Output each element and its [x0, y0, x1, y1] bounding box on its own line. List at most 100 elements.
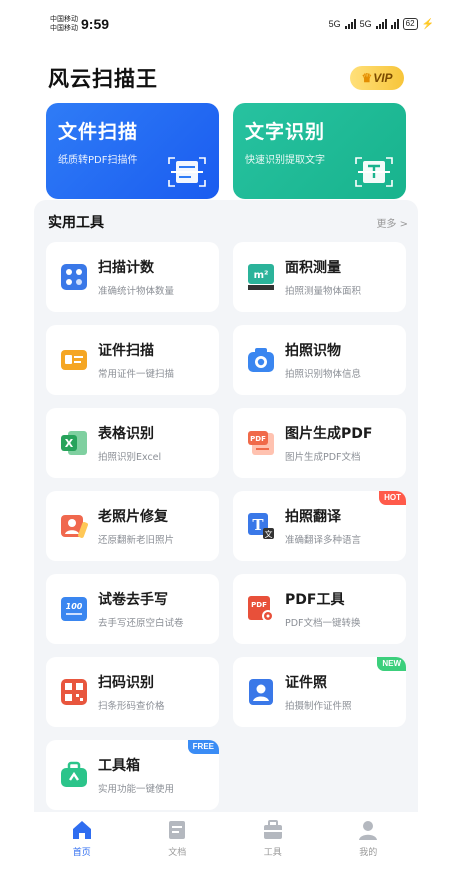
tab-label: 首页 — [72, 848, 91, 858]
tool-desc: 扫条形码查价格 — [98, 701, 165, 712]
tab-label: 工具 — [263, 848, 282, 858]
tool-image-to-pdf[interactable]: PDF 图片生成PDF 图片生成PDF文档 — [233, 408, 406, 478]
svg-text:100: 100 — [66, 602, 83, 611]
qr-scan-icon — [61, 679, 87, 705]
charging-icon: ⚡ — [421, 18, 434, 30]
tool-name: 证件照 — [285, 675, 327, 691]
tab-label: 文档 — [168, 848, 187, 858]
bottom-tab-bar: 首页 文档 工具 我的 — [0, 812, 450, 882]
tools-section-header: 实用工具 更多 > — [48, 210, 408, 234]
tool-desc: 常用证件一键扫描 — [98, 369, 175, 380]
pdf-tool-icon: PDF — [248, 596, 274, 622]
toolbox-tab-icon — [263, 820, 282, 839]
tool-name: 试卷去手写 — [98, 592, 168, 608]
document-icon — [169, 821, 186, 839]
tool-scan-count[interactable]: 扫描计数 准确统计物体数量 — [46, 242, 219, 312]
tab-label: 我的 — [359, 848, 378, 858]
app-title: 风云扫描王 — [48, 67, 158, 91]
tool-desc: PDF文档一键转换 — [285, 618, 361, 629]
tab-home[interactable]: 首页 — [34, 812, 130, 882]
signal-1-icon — [344, 19, 356, 29]
signal-2-label: 5G — [359, 19, 372, 29]
tool-desc: 拍照识别物体信息 — [285, 369, 362, 380]
carrier-2: 中国移动 — [50, 24, 78, 32]
carrier-labels: 中国移动 中国移动 — [50, 15, 78, 33]
status-left: 中国移动 中国移动 9:59 — [50, 15, 109, 33]
tool-photo-restore[interactable]: 老照片修复 还原翻新老旧照片 — [46, 491, 219, 561]
svg-text:X: X — [65, 437, 74, 450]
svg-text:m²: m² — [254, 270, 269, 281]
tool-name: PDF工具 — [285, 592, 345, 608]
camera-icon — [248, 348, 274, 372]
hero-card-title: 文字识别 — [245, 121, 326, 143]
tool-name: 拍照识物 — [285, 343, 341, 359]
translate-icon: T 文 — [248, 513, 274, 539]
svg-text:PDF: PDF — [251, 601, 267, 609]
tool-barcode-scan[interactable]: 扫码识别 扫条形码查价格 — [46, 657, 219, 727]
free-badge: FREE — [187, 740, 219, 754]
tool-name: 图片生成PDF — [285, 426, 373, 442]
tool-desc: 拍照识别Excel — [98, 452, 162, 463]
hero-cards: 文件扫描 纸质转PDF扫描件 文字识别 快速识别提取文字 — [46, 103, 406, 199]
svg-text:PDF: PDF — [250, 435, 266, 443]
svg-text:T: T — [252, 516, 264, 534]
svg-text:文: 文 — [265, 529, 273, 539]
crown-icon: ♛ — [361, 71, 373, 85]
tool-desc: 还原翻新老旧照片 — [98, 535, 175, 546]
tool-id-scan[interactable]: 证件扫描 常用证件一键扫描 — [46, 325, 219, 395]
tool-name: 工具箱 — [98, 758, 140, 774]
signal-1-label: 5G — [328, 19, 341, 29]
excel-icon: X — [61, 431, 87, 455]
wifi-icon — [390, 19, 399, 29]
text-recognition-icon — [355, 157, 393, 187]
section-title: 实用工具 — [48, 215, 104, 231]
tool-desc: 拍照测量物体面积 — [285, 286, 362, 297]
tool-desc: 准确翻译多种语言 — [285, 535, 362, 546]
tool-desc: 去手写还原空白试卷 — [98, 618, 184, 629]
hot-badge: HOT — [379, 491, 406, 505]
tool-desc: 准确统计物体数量 — [98, 286, 175, 297]
status-bar: 中国移动 中国移动 9:59 5G 5G 62 ⚡ — [0, 0, 450, 48]
tab-profile[interactable]: 我的 — [321, 812, 417, 882]
tool-id-photo[interactable]: 证件照 拍摄制作证件照 NEW — [233, 657, 406, 727]
more-link[interactable]: 更多 > — [376, 215, 408, 230]
battery-indicator: 62 — [402, 18, 418, 30]
status-time: 9:59 — [81, 16, 110, 32]
tool-name: 表格识别 — [98, 426, 154, 442]
toolbox-icon — [61, 761, 87, 787]
tool-desc: 拍摄制作证件照 — [285, 701, 352, 712]
image-pdf-icon: PDF — [248, 431, 274, 455]
tool-name: 证件扫描 — [98, 343, 154, 359]
tool-name: 面积测量 — [285, 260, 341, 276]
exam-paper-icon: 100 — [61, 597, 87, 621]
tool-name: 老照片修复 — [98, 509, 168, 525]
carrier-1: 中国移动 — [50, 15, 78, 23]
hero-card-title: 文件扫描 — [58, 121, 139, 143]
tab-tools[interactable]: 工具 — [225, 812, 321, 882]
tool-photo-translate[interactable]: T 文 拍照翻译 准确翻译多种语言 HOT — [233, 491, 406, 561]
document-scan-icon — [168, 157, 206, 187]
profile-icon — [359, 821, 378, 840]
app-header: 风云扫描王 ♛ VIP — [0, 56, 450, 100]
tool-table-recognition[interactable]: X 表格识别 拍照识别Excel — [46, 408, 219, 478]
tool-pdf-tools[interactable]: PDF PDF工具 PDF文档一键转换 — [233, 574, 406, 644]
counter-icon — [61, 264, 87, 290]
tool-name: 拍照翻译 — [285, 509, 341, 525]
home-icon — [72, 821, 91, 839]
new-badge: NEW — [377, 657, 406, 671]
tool-name: 扫描计数 — [98, 260, 154, 276]
tool-name: 扫码识别 — [98, 675, 154, 691]
area-measure-icon: m² — [248, 264, 274, 290]
text-recognition-card[interactable]: 文字识别 快速识别提取文字 — [233, 103, 406, 199]
tool-area-measure[interactable]: m² 面积测量 拍照测量物体面积 — [233, 242, 406, 312]
file-scan-card[interactable]: 文件扫描 纸质转PDF扫描件 — [46, 103, 219, 199]
tab-documents[interactable]: 文档 — [130, 812, 226, 882]
vip-label: VIP — [373, 71, 393, 85]
status-right: 5G 5G 62 ⚡ — [329, 18, 434, 30]
tool-object-recognition[interactable]: 拍照识物 拍照识别物体信息 — [233, 325, 406, 395]
tool-toolbox[interactable]: 工具箱 实用功能一键使用 FREE — [46, 740, 219, 810]
vip-button[interactable]: ♛ VIP — [350, 66, 404, 90]
id-card-icon — [61, 350, 87, 370]
photo-restore-icon — [61, 515, 88, 538]
tool-exam-clean[interactable]: 100 试卷去手写 去手写还原空白试卷 — [46, 574, 219, 644]
